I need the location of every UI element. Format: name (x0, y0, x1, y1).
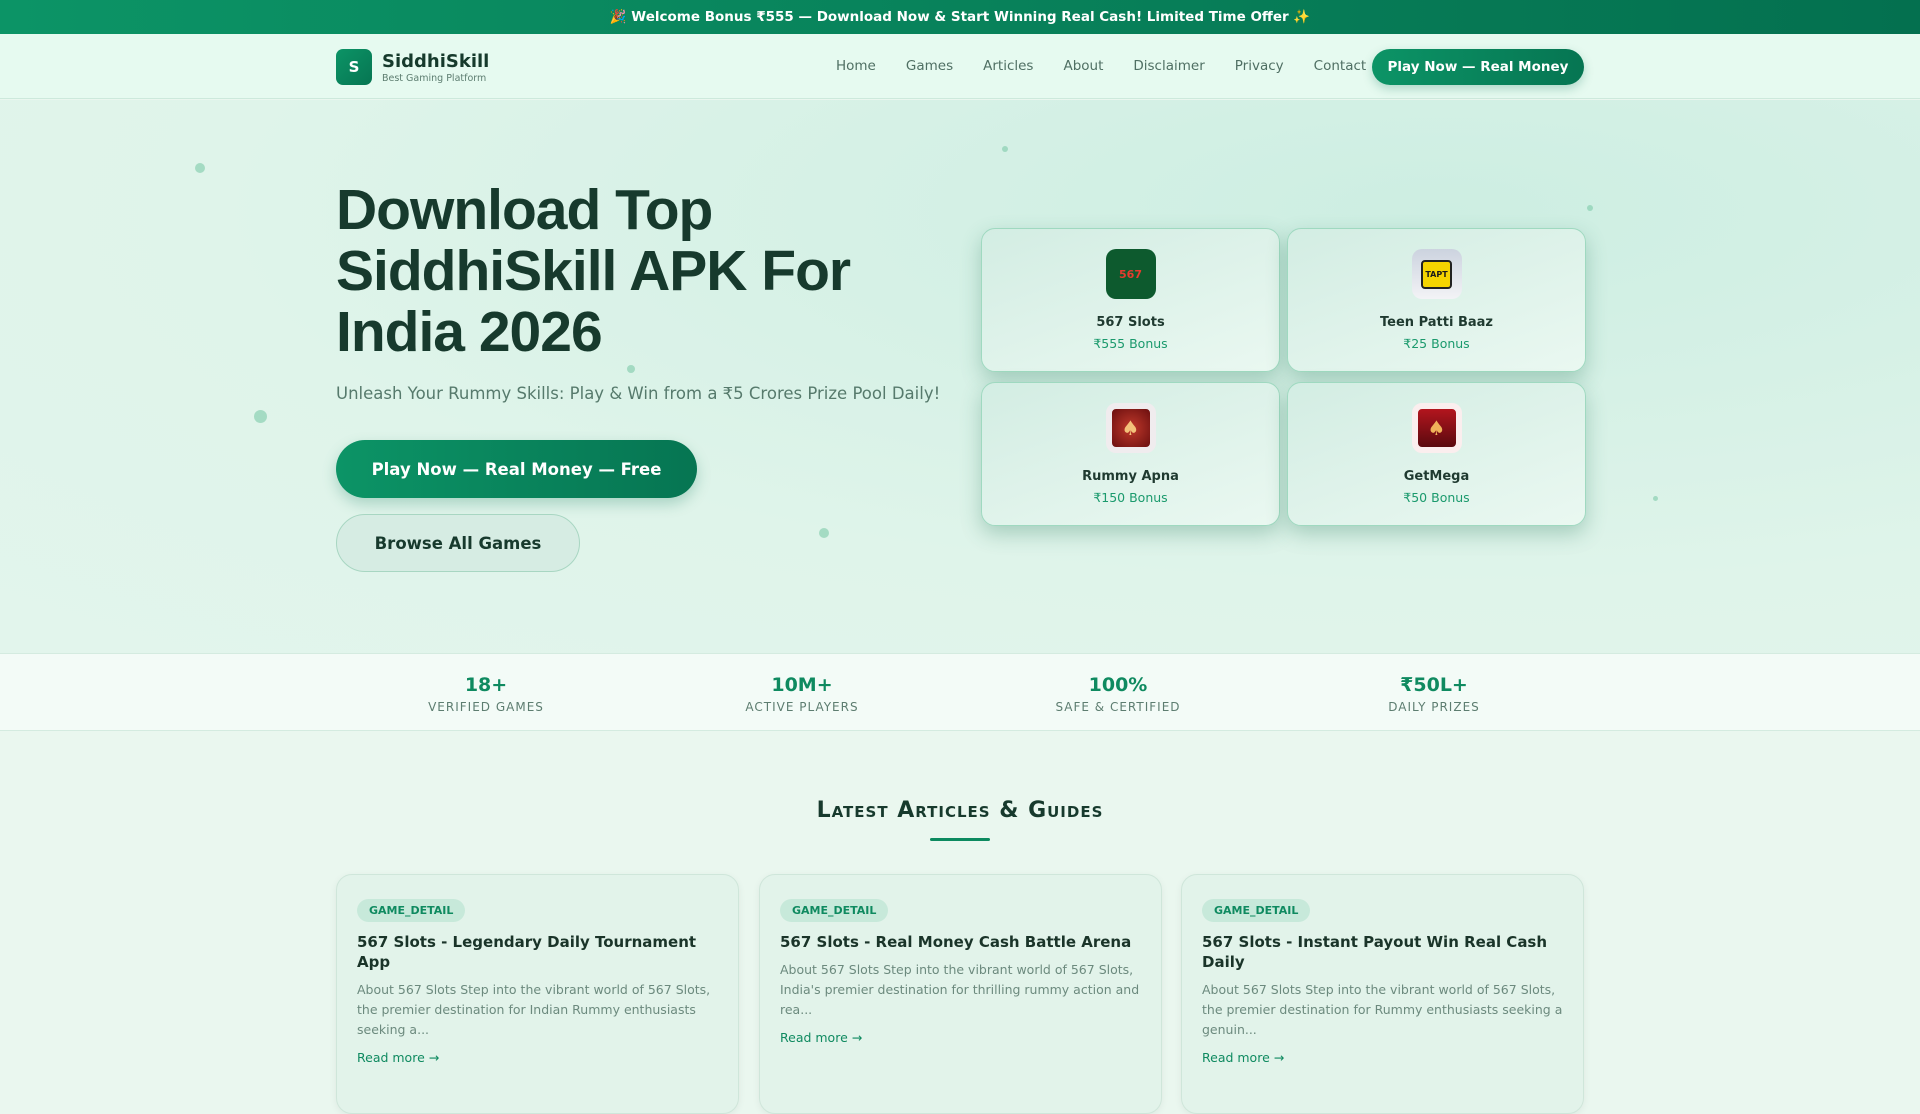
rummy-apna-icon: ♠ (1105, 403, 1156, 453)
nav-games[interactable]: Games (906, 58, 953, 74)
title-underline (930, 838, 990, 841)
stat-label: VERIFIED GAMES (428, 700, 544, 714)
567-slots-icon: 567 (1105, 249, 1156, 299)
navbar: S SiddhiSkill Best Gaming Platform Home … (0, 34, 1920, 99)
brand-name: SiddhiSkill (382, 50, 490, 72)
stat-players: 10M+ ACTIVE PLAYERS (702, 674, 902, 714)
browse-games-button[interactable]: Browse All Games (336, 514, 580, 572)
brand-tagline: Best Gaming Platform (382, 72, 487, 84)
hero-section: Download Top SiddhiSkill APK For India 2… (0, 100, 1920, 653)
article-title[interactable]: 567 Slots - Legendary Daily Tournament A… (357, 932, 718, 972)
game-name: 567 Slots (1096, 315, 1165, 330)
nav-privacy[interactable]: Privacy (1235, 58, 1284, 74)
stats-bar: 18+ VERIFIED GAMES 10M+ ACTIVE PLAYERS 100… (0, 653, 1920, 731)
stat-value: 100% (1088, 674, 1148, 696)
teen-patti-baaz-icon: TAPT (1421, 259, 1452, 289)
decor-dot (1653, 496, 1658, 501)
game-bonus: ₹150 Bonus (1093, 490, 1168, 505)
stat-label: SAFE & CERTIFIED (1055, 700, 1181, 714)
nav-home[interactable]: Home (836, 58, 876, 74)
decor-dot (627, 365, 635, 373)
articles-section-title: Latest Articles & Guides (816, 798, 1104, 823)
stat-value: 10M+ (771, 674, 833, 696)
game-bonus: ₹555 Bonus (1093, 336, 1168, 351)
logo[interactable]: S SiddhiSkill Best Gaming Platform (336, 49, 489, 85)
hero-title: Download Top SiddhiSkill APK For India 2… (336, 178, 851, 364)
game-card-getmega[interactable]: ♠ GetMega ₹50 Bonus (1287, 382, 1586, 526)
read-more-link[interactable]: Read more → (357, 1050, 718, 1065)
nav-contact[interactable]: Contact (1314, 58, 1367, 74)
decor-dot (1587, 205, 1593, 211)
game-bonus: ₹25 Bonus (1403, 336, 1470, 351)
article-title[interactable]: 567 Slots - Instant Payout Win Real Cash… (1202, 932, 1563, 972)
stat-label: ACTIVE PLAYERS (745, 700, 859, 714)
stat-safe: 100% SAFE & CERTIFIED (1018, 674, 1218, 714)
game-name: Teen Patti Baaz (1380, 315, 1493, 330)
decor-dot (1002, 146, 1008, 152)
stat-label: DAILY PRIZES (1388, 700, 1480, 714)
game-bonus: ₹50 Bonus (1403, 490, 1470, 505)
stat-value: ₹50L+ (1400, 674, 1468, 696)
play-now-nav-button[interactable]: Play Now — Real Money (1372, 49, 1584, 85)
article-excerpt: About 567 Slots Step into the vibrant wo… (780, 962, 1140, 1017)
decor-dot (195, 163, 205, 173)
getmega-icon: ♠ (1411, 403, 1462, 453)
article-badge: GAME_DETAIL (357, 899, 466, 922)
game-name: GetMega (1403, 469, 1470, 484)
nav-about[interactable]: About (1063, 58, 1103, 74)
article-badge: GAME_DETAIL (1202, 899, 1311, 922)
decor-dot (819, 528, 829, 538)
hero-subtitle: Unleash Your Rummy Skills: Play & Win fr… (336, 384, 941, 403)
article-card[interactable]: GAME_DETAIL 567 Slots - Instant Payout W… (1181, 874, 1584, 1114)
read-more-link[interactable]: Read more → (1202, 1050, 1563, 1065)
promo-banner: 🎉 Welcome Bonus ₹555 — Download Now & St… (0, 0, 1920, 34)
stat-prizes: ₹50L+ DAILY PRIZES (1334, 674, 1534, 714)
logo-icon: S (336, 49, 372, 85)
game-card-rummy-apna[interactable]: ♠ Rummy Apna ₹150 Bonus (981, 382, 1280, 526)
stat-games: 18+ VERIFIED GAMES (386, 674, 586, 714)
stat-value: 18+ (464, 674, 508, 696)
nav-disclaimer[interactable]: Disclaimer (1133, 58, 1204, 74)
article-card[interactable]: GAME_DETAIL 567 Slots - Legendary Daily … (336, 874, 739, 1114)
article-card[interactable]: GAME_DETAIL 567 Slots - Real Money Cash … (759, 874, 1162, 1114)
play-now-free-button[interactable]: Play Now — Real Money — Free (336, 440, 697, 498)
article-title[interactable]: 567 Slots - Real Money Cash Battle Arena (780, 932, 1141, 952)
game-name: Rummy Apna (1082, 469, 1179, 484)
article-excerpt: About 567 Slots Step into the vibrant wo… (1202, 982, 1563, 1037)
article-excerpt: About 567 Slots Step into the vibrant wo… (357, 982, 711, 1037)
article-badge: GAME_DETAIL (780, 899, 889, 922)
decor-dot (254, 410, 267, 423)
nav-articles[interactable]: Articles (983, 58, 1033, 74)
game-card-teen-patti-baaz[interactable]: TAPT Teen Patti Baaz ₹25 Bonus (1287, 228, 1586, 372)
read-more-link[interactable]: Read more → (780, 1030, 1141, 1045)
game-card-567-slots[interactable]: 567 567 Slots ₹555 Bonus (981, 228, 1280, 372)
